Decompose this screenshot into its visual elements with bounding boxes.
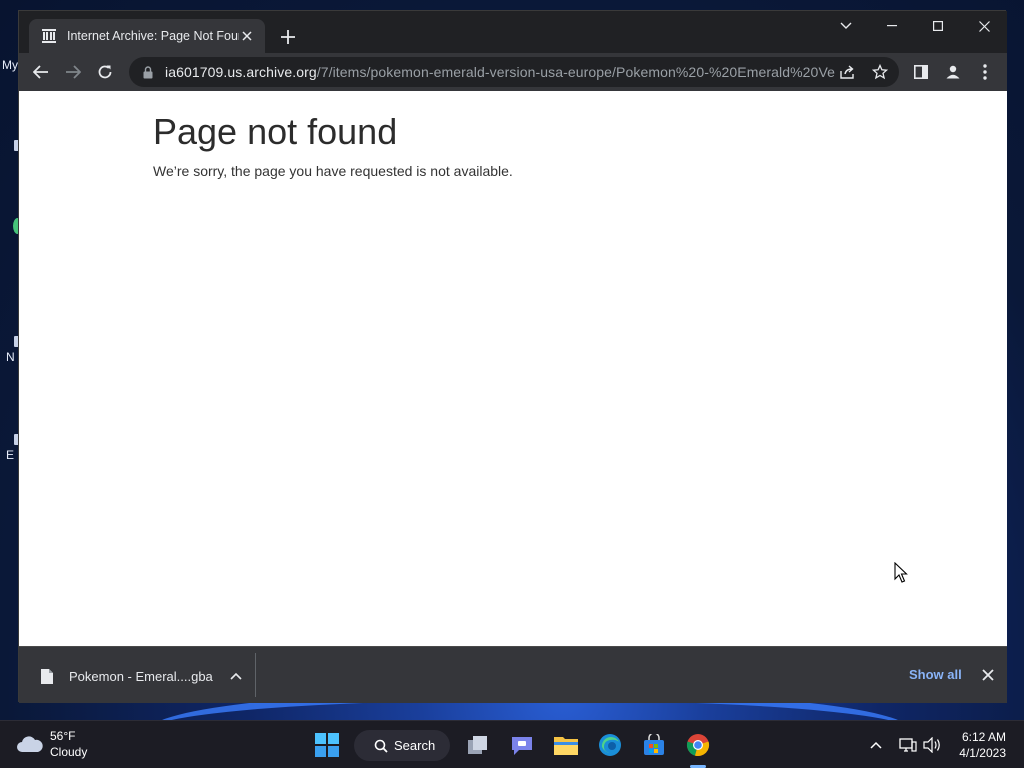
url-text: ia601709.us.archive.org/7/items/pokemon-… (165, 64, 835, 80)
taskbar: 56°F Cloudy Search 6:12 AM 4/1/2023 (0, 720, 1024, 768)
url-path: /7/items/pokemon-emerald-version-usa-eur… (316, 64, 835, 80)
windows-start-icon[interactable] (312, 730, 342, 760)
file-explorer-icon[interactable] (551, 730, 581, 760)
desktop-icon[interactable] (0, 140, 20, 151)
tab-strip: Internet Archive: Page Not Found (19, 11, 1007, 53)
error-message: We’re sorry, the page you have requested… (153, 163, 513, 179)
page-title: Page not found (153, 111, 398, 152)
close-window-icon[interactable] (961, 11, 1007, 41)
edge-browser-icon[interactable] (595, 730, 625, 760)
mouse-cursor-icon (894, 561, 908, 589)
show-all-link[interactable]: Show all (909, 667, 962, 682)
microsoft-store-icon[interactable] (639, 730, 669, 760)
tab-internet-archive[interactable]: Internet Archive: Page Not Found (29, 19, 265, 53)
volume-icon[interactable] (922, 735, 942, 755)
weather-temp: 56°F (50, 729, 76, 743)
tab-search-chevron-icon[interactable] (823, 11, 869, 41)
network-icon[interactable] (898, 735, 918, 755)
desktop-icon[interactable]: E (0, 434, 20, 462)
reload-icon[interactable] (91, 58, 119, 86)
download-item[interactable]: Pokemon - Emeral....gba (39, 662, 243, 690)
search-label: Search (394, 738, 436, 753)
new-tab-plus-icon[interactable] (277, 26, 299, 48)
divider (255, 653, 256, 697)
taskbar-search-button[interactable]: Search (354, 730, 450, 761)
share-icon[interactable] (839, 63, 857, 81)
desktop-icon-label: N (6, 350, 15, 364)
desktop-icon-my[interactable]: My (0, 58, 18, 72)
tab-title: Internet Archive: Page Not Found (67, 29, 239, 43)
clock-date: 4/1/2023 (959, 746, 1006, 760)
chevron-up-icon[interactable] (866, 735, 886, 755)
cloud-icon (16, 734, 44, 754)
desktop-icon[interactable] (0, 218, 22, 234)
back-arrow-icon[interactable] (27, 58, 55, 86)
desktop-icon-label: E (6, 448, 15, 462)
taskbar-clock[interactable]: 6:12 AM 4/1/2023 (948, 729, 1006, 761)
clock-time: 6:12 AM (961, 730, 1006, 744)
search-icon (374, 739, 388, 753)
kebab-menu-icon[interactable] (971, 58, 999, 86)
browser-toolbar: ia601709.us.archive.org/7/items/pokemon-… (19, 53, 1007, 91)
teams-chat-icon[interactable] (507, 730, 537, 760)
desktop-icon-label: My (2, 58, 18, 72)
url-host: ia601709.us.archive.org (165, 64, 317, 80)
bookmark-star-icon[interactable] (871, 63, 889, 81)
address-bar[interactable]: ia601709.us.archive.org/7/items/pokemon-… (129, 57, 899, 87)
download-bar: Pokemon - Emeral....gba Show all (19, 646, 1007, 703)
chrome-browser-icon[interactable] (683, 730, 713, 760)
profile-avatar-icon[interactable] (939, 58, 967, 86)
download-file-name: Pokemon - Emeral....gba (69, 668, 213, 684)
archive-building-icon (41, 28, 57, 44)
file-icon (39, 667, 55, 685)
close-download-bar-icon[interactable] (979, 666, 997, 684)
browser-window: Internet Archive: Page Not Found ia60170… (18, 10, 1007, 703)
weather-widget[interactable]: 56°F Cloudy (16, 728, 87, 760)
minimize-icon[interactable] (869, 11, 915, 41)
maximize-icon[interactable] (915, 11, 961, 41)
tab-close-icon[interactable] (239, 28, 255, 44)
page-content: Page not found We’re sorry, the page you… (19, 91, 1007, 646)
forward-arrow-icon[interactable] (59, 58, 87, 86)
weather-desc: Cloudy (50, 745, 88, 759)
side-panel-icon[interactable] (907, 58, 935, 86)
desktop-icon[interactable]: N (0, 336, 20, 364)
lock-icon[interactable] (139, 63, 157, 81)
task-view-icon[interactable] (463, 730, 493, 760)
chevron-up-icon[interactable] (229, 669, 243, 683)
